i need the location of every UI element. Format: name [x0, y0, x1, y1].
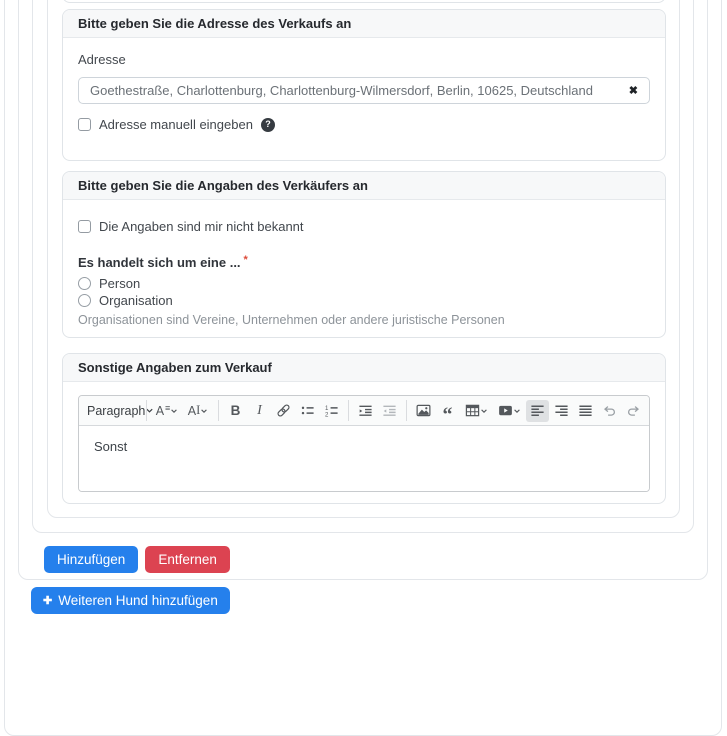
align-left-icon — [530, 403, 545, 418]
chevron-down-icon — [513, 407, 521, 415]
unknown-info-checkbox[interactable] — [78, 220, 91, 233]
align-justify-button[interactable] — [574, 400, 597, 422]
font-family-button[interactable]: AI — [183, 400, 213, 422]
bold-button[interactable]: B — [224, 400, 247, 422]
organisation-radio[interactable] — [78, 294, 91, 307]
row-actions: Hinzufügen Entfernen — [44, 546, 230, 573]
indent-button[interactable] — [354, 400, 377, 422]
insert-image-button[interactable] — [412, 400, 435, 422]
link-icon — [276, 403, 291, 418]
add-button[interactable]: Hinzufügen — [44, 546, 139, 573]
outdent-icon — [382, 403, 397, 418]
block-quote-icon: “ — [442, 403, 453, 426]
redo-icon — [626, 403, 641, 418]
manual-address-checkbox[interactable] — [78, 118, 91, 131]
notes-card: Sonstige Angaben zum Verkauf Paragraph A… — [62, 353, 666, 504]
table-icon — [465, 403, 480, 418]
rich-text-editor: Paragraph A ≡ AI B I 1 2 “ Sonst — [78, 395, 650, 492]
add-dog-button[interactable]: ✚ Weiteren Hund hinzufügen — [31, 587, 230, 614]
unknown-info-label: Die Angaben sind mir nicht bekannt — [99, 219, 304, 234]
font-size-button[interactable]: A ≡ — [152, 400, 182, 422]
seller-type-label: Es handelt sich um eine ... * — [78, 254, 248, 270]
numbered-list-button[interactable]: 12 — [320, 400, 343, 422]
font-size-icon: A — [155, 403, 165, 418]
address-label: Adresse — [78, 52, 126, 67]
plus-icon: ✚ — [43, 595, 53, 607]
outdent-button[interactable] — [378, 400, 401, 422]
chevron-down-icon — [480, 407, 488, 415]
align-right-icon — [554, 403, 569, 418]
help-icon[interactable]: ? — [260, 117, 275, 132]
clear-address-icon[interactable]: ✖ — [629, 84, 638, 97]
indent-icon — [358, 403, 373, 418]
manual-address-label: Adresse manuell eingeben — [99, 117, 253, 132]
italic-icon: I — [257, 402, 262, 418]
insert-table-button[interactable] — [460, 400, 492, 422]
italic-button[interactable]: I — [248, 400, 271, 422]
previous-card-cutoff — [62, 0, 666, 3]
seller-card-title: Bitte geben Sie die Angaben des Verkäufe… — [63, 172, 665, 200]
align-justify-icon — [578, 403, 593, 418]
organisation-hint: Organisationen sind Vereine, Unternehmen… — [78, 313, 505, 327]
numbered-list-icon: 12 — [324, 403, 339, 418]
unknown-info-row[interactable]: Die Angaben sind mir nicht bekannt — [78, 218, 650, 235]
editor-toolbar: Paragraph A ≡ AI B I 1 2 “ — [79, 396, 649, 426]
image-icon — [416, 403, 431, 418]
media-embed-button[interactable] — [493, 400, 525, 422]
seller-card: Bitte geben Sie die Angaben des Verkäufe… — [62, 171, 666, 338]
form-sections: Bitte geben Sie die Adresse des Verkaufs… — [62, 9, 666, 504]
notes-card-title: Sonstige Angaben zum Verkauf — [63, 354, 665, 382]
address-card-title: Bitte geben Sie die Adresse des Verkaufs… — [63, 10, 665, 38]
person-label: Person — [99, 276, 141, 291]
address-input-value: Goethestraße, Charlottenburg, Charlotten… — [90, 83, 593, 98]
chevron-down-icon — [200, 407, 208, 415]
font-family-icon: A — [187, 403, 197, 418]
align-right-button[interactable] — [550, 400, 573, 422]
organisation-label: Organisation — [99, 293, 173, 308]
option-organisation-row[interactable]: Organisation — [78, 292, 650, 309]
manual-address-row[interactable]: Adresse manuell eingeben ? — [78, 116, 650, 133]
undo-button[interactable] — [598, 400, 621, 422]
chevron-down-icon — [170, 407, 178, 415]
block-quote-button[interactable]: “ — [436, 400, 459, 426]
remove-button[interactable]: Entfernen — [145, 546, 230, 573]
align-left-button[interactable] — [526, 399, 549, 422]
address-card: Bitte geben Sie die Adresse des Verkaufs… — [62, 9, 666, 161]
svg-text:2: 2 — [325, 412, 329, 419]
media-icon — [498, 403, 513, 418]
redo-button[interactable] — [622, 400, 645, 422]
editor-content[interactable]: Sonst — [79, 426, 649, 491]
toolbar-separator — [146, 400, 147, 421]
option-person-row[interactable]: Person — [78, 275, 650, 292]
person-radio[interactable] — [78, 277, 91, 290]
toolbar-separator — [348, 400, 349, 421]
heading-dropdown[interactable]: Paragraph — [83, 400, 153, 422]
bulleted-list-button[interactable] — [296, 400, 319, 422]
add-dog-label: Weiteren Hund hinzufügen — [58, 593, 218, 608]
required-marker: * — [243, 254, 248, 266]
bulleted-list-icon — [300, 403, 315, 418]
toolbar-separator — [218, 400, 219, 421]
toolbar-separator — [406, 400, 407, 421]
address-input[interactable]: Goethestraße, Charlottenburg, Charlotten… — [78, 77, 650, 104]
undo-icon — [602, 403, 617, 418]
link-button[interactable] — [272, 400, 295, 422]
bold-icon: B — [230, 403, 241, 418]
